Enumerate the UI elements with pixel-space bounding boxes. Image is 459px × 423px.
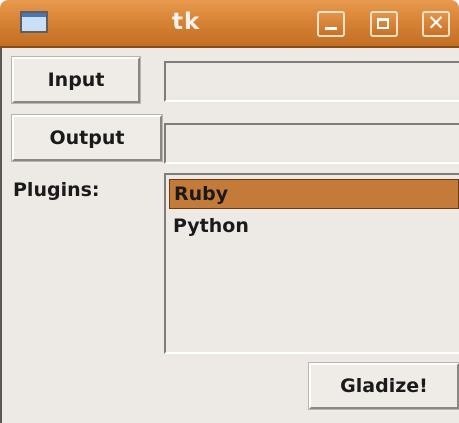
window-left-edge xyxy=(0,48,2,423)
input-path-field[interactable] xyxy=(164,61,459,102)
output-path-field[interactable] xyxy=(164,123,459,164)
maximize-button[interactable] xyxy=(370,11,398,37)
app-window: tk ✕ Input Output Plugins: Ruby Python G… xyxy=(0,0,459,423)
window-menu-icon[interactable] xyxy=(20,11,48,33)
plugins-listbox[interactable]: Ruby Python xyxy=(164,173,459,354)
input-button[interactable]: Input xyxy=(11,56,141,104)
title-bar[interactable]: tk ✕ xyxy=(0,0,459,48)
plugins-label: Plugins: xyxy=(13,179,100,201)
close-button[interactable]: ✕ xyxy=(422,11,450,37)
gladize-button[interactable]: Gladize! xyxy=(308,362,459,410)
maximize-icon xyxy=(377,18,389,29)
close-icon: ✕ xyxy=(427,11,445,35)
window-title: tk xyxy=(172,9,201,35)
list-item-ruby[interactable]: Ruby xyxy=(169,179,459,209)
list-item-python[interactable]: Python xyxy=(169,212,459,242)
minimize-icon xyxy=(325,27,337,30)
minimize-button[interactable] xyxy=(317,11,345,37)
output-button[interactable]: Output xyxy=(11,114,163,162)
